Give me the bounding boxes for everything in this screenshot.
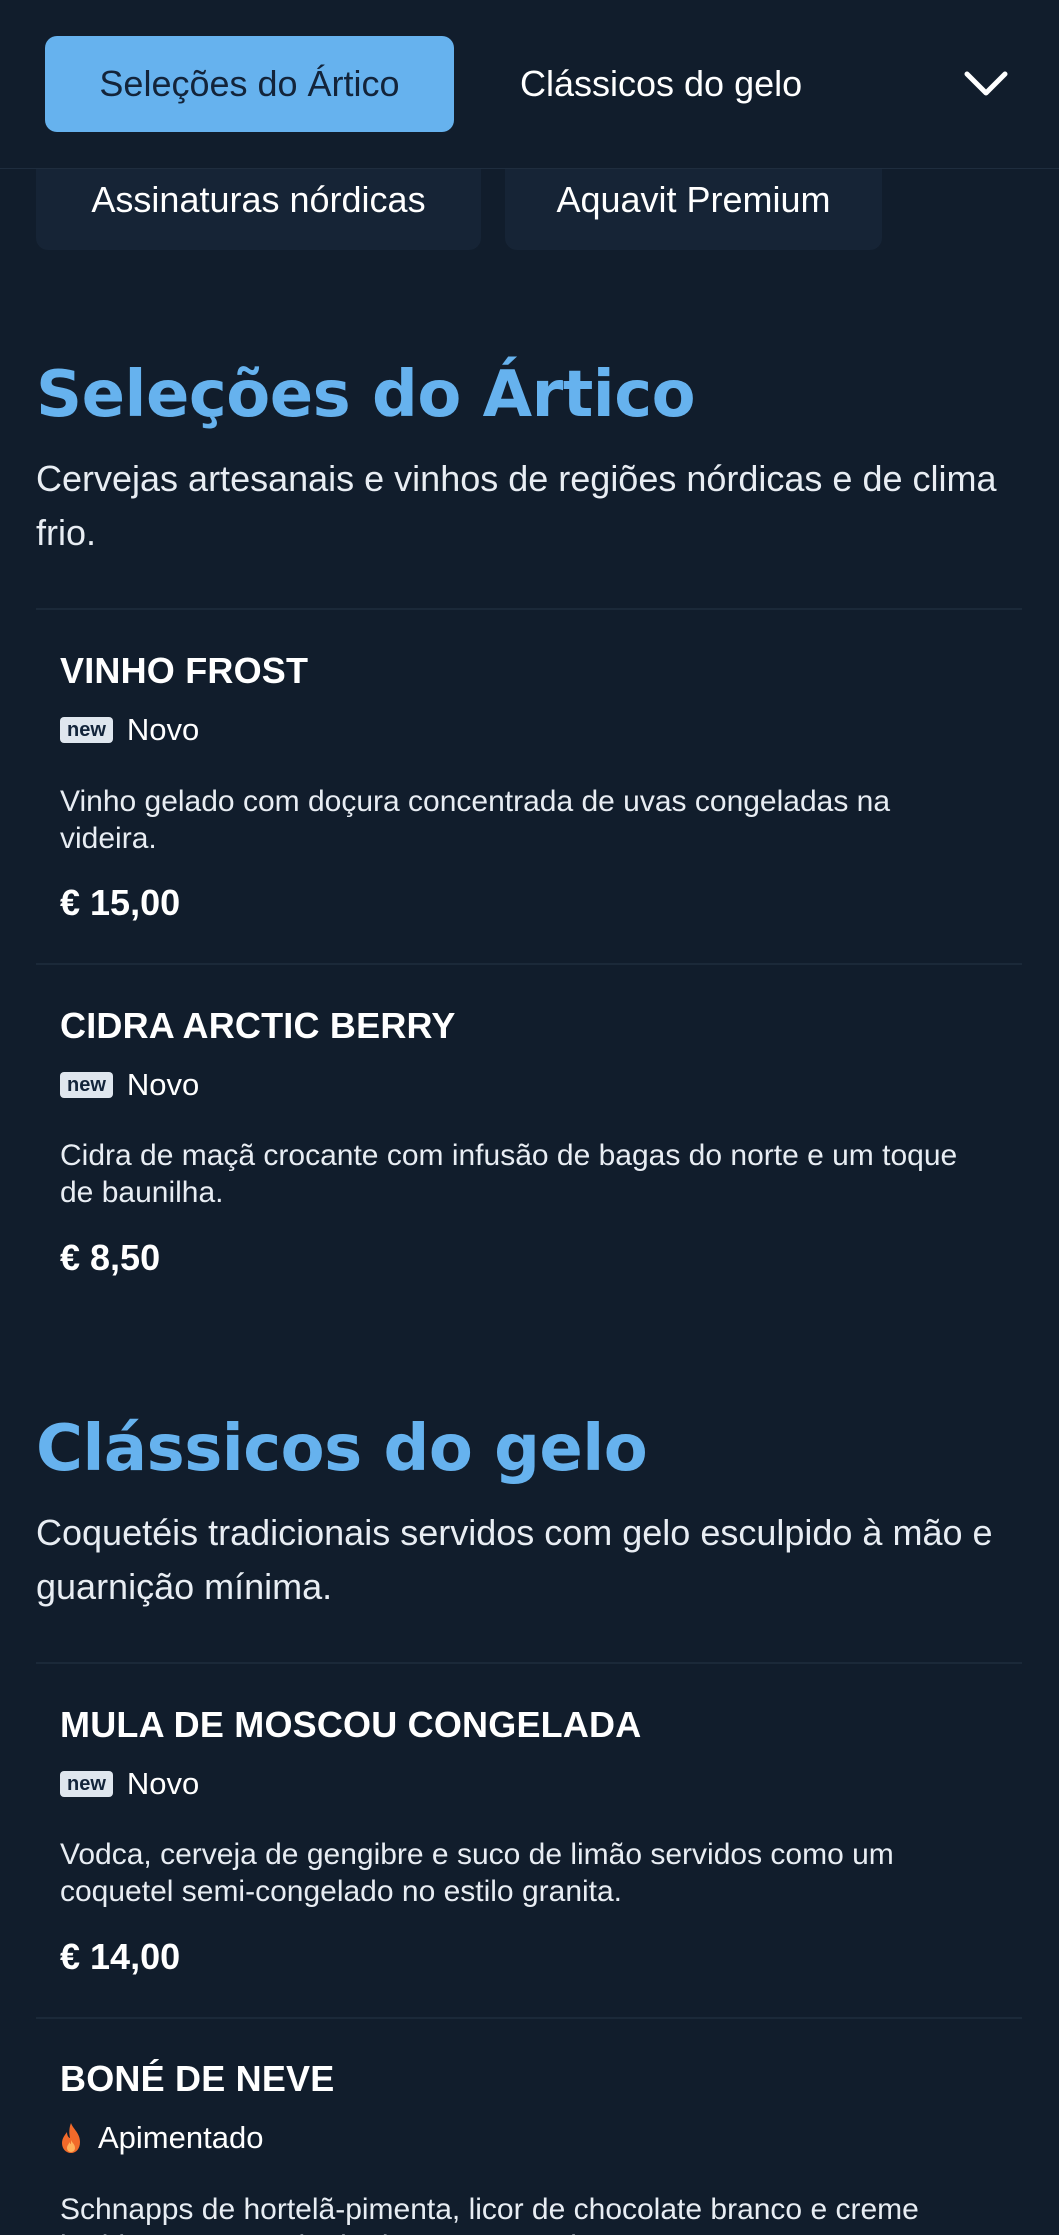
tag-label: Novo [126,1067,200,1102]
item-tag: Apimentado [60,2118,263,2158]
tag-label: Novo [126,712,200,747]
tab-selecoes-do-artico[interactable]: Seleções do Ártico [45,36,454,132]
tag-label: Apimentado [98,2120,264,2155]
fire-icon [60,2122,82,2154]
item-name: MULA DE MOSCOU CONGELADA [60,1704,642,1745]
tab-label: Aquavit Premium [556,179,831,220]
tag-label: Novo [126,1766,200,1801]
category-tab-bar: Seleções do Ártico Clássicos do gelo [0,0,1059,169]
item-price: € 8,50 [60,1237,161,1278]
section-description: Coquetéis tradicionais servidos com gelo… [36,1512,993,1607]
new-badge: new [60,717,113,743]
item-tag: new Novo [60,1065,199,1105]
item-name: VINHO FROST [60,650,309,691]
item-description: Cidra de maçã crocante com infusão de ba… [60,1139,958,1209]
item-name: BONÉ DE NEVE [60,2058,335,2099]
menu-page: Assinaturas nórdicas Aquavit Premium Sel… [0,0,1059,2235]
divider [36,2017,1022,2019]
divider [36,963,1022,965]
divider [36,608,1022,610]
divider [36,1662,1022,1664]
tab-label: Clássicos do gelo [520,63,803,104]
new-badge: new [60,1771,113,1797]
section-title: Seleções do Ártico [36,358,696,432]
section-title: Clássicos do gelo [36,1412,648,1486]
tab-label: Seleções do Ártico [99,63,400,104]
item-description: Vodca, cerveja de gengibre e suco de lim… [60,1838,894,1908]
item-price: € 15,00 [60,882,181,923]
section-description: Cervejas artesanais e vinhos de regiões … [36,458,997,553]
item-description: Schnapps de hortelã-pimenta, licor de ch… [60,2193,919,2235]
item-tag: new Novo [60,1764,199,1804]
chevron-down-icon[interactable] [960,60,1012,108]
tab-classicos-do-gelo[interactable]: Clássicos do gelo [520,36,802,132]
new-badge: new [60,1072,113,1098]
item-tag: new Novo [60,710,199,750]
item-price: € 14,00 [60,1936,181,1977]
item-description: Vinho gelado com doçura concentrada de u… [60,785,891,855]
item-name: CIDRA ARCTIC BERRY [60,1005,456,1046]
tab-label: Assinaturas nórdicas [91,179,426,220]
